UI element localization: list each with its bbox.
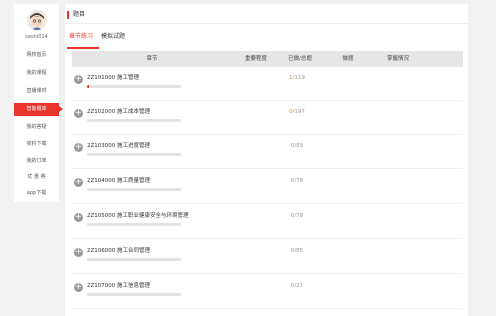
avatar[interactable] [27,10,47,30]
table-row[interactable]: + 2Z107000 施工信息管理 0/21 [72,275,463,309]
expand-icon[interactable]: + [74,178,83,187]
table-row[interactable]: + 2Z101000 施工管理 1/119 [72,67,463,101]
header-accent-bar [67,11,69,19]
expand-icon[interactable]: + [74,143,83,152]
expand-icon[interactable]: + [74,75,83,84]
sidebar-item-coupons[interactable]: 优 惠 券 [14,171,59,184]
tab-chapter-practice[interactable]: 章节练习 [69,33,93,41]
total-count: /85 [294,248,304,254]
sidebar-item-qa[interactable]: 我的答疑 [14,121,59,134]
total-count: /78 [294,178,304,184]
sidebar-item-live[interactable]: 直播课时 [14,85,59,98]
total-count: /78 [294,213,304,219]
chapter-title[interactable]: 2Z102000 施工成本管理 [87,108,150,116]
sidebar-item-downloads[interactable]: 资料下载 [14,138,59,151]
progress-bar [87,258,181,261]
table-row[interactable]: + 2Z106000 施工合同管理 0/85 [72,240,463,274]
sidebar-item-orders[interactable]: 我的订单 [14,155,59,168]
done-total-count: 0/85 [282,247,312,255]
column-header-mastery: 掌握情况 [386,56,409,62]
progress-fill [87,85,89,88]
column-header-chapter: 章节 [146,56,158,62]
tab-mock-exam[interactable]: 模拟试题 [101,33,125,41]
done-total-count: 0/21 [282,282,312,290]
expand-icon[interactable]: + [74,213,83,222]
page-title: 题目 [73,11,86,18]
table-header: 章节 重要程度 已做/总题 做题 掌握情况 [72,51,463,67]
active-tab-indicator [67,47,99,49]
expand-icon[interactable]: + [74,283,83,292]
progress-bar [87,85,181,88]
expand-icon[interactable]: + [74,248,83,257]
chapter-title[interactable]: 2Z107000 施工信息管理 [87,282,150,290]
chapter-title[interactable]: 2Z105000 施工职业健康安全与环境管理 [87,212,189,220]
progress-bar [87,223,181,226]
done-total-count: 1/119 [282,74,312,82]
sidebar-item-question-bank[interactable]: 智能题库 [14,103,63,116]
done-total-count: 0/78 [282,177,312,185]
panel-header: 题目 [65,4,468,24]
table-row[interactable]: + 2Z103000 施工进度管理 0/89 [72,135,463,169]
done-total-count: 0/89 [282,142,312,150]
progress-bar [87,153,181,156]
column-header-done-total: 已做/总题 [288,56,312,62]
expand-icon[interactable]: + [74,109,83,118]
main-panel: 题目 章节练习 模拟试题 章节 重要程度 已做/总题 做题 掌握情况 + 2Z1… [65,4,468,316]
table-row[interactable]: + 2Z104000 施工质量管理 0/78 [72,170,463,204]
column-header-importance: 重要程度 [244,56,267,62]
progress-bar [87,293,181,296]
chapter-title[interactable]: 2Z103000 施工进度管理 [87,142,150,150]
chapter-title[interactable]: 2Z106000 施工合同管理 [87,247,150,255]
progress-bar [87,188,181,191]
total-count: /197 [292,109,305,115]
done-total-count: 0/78 [282,212,312,220]
username: ceshi014 [25,34,48,40]
sidebar-item-app-download[interactable]: app下载 [14,187,59,200]
sidebar-item-courses[interactable]: 我的课程 [14,67,59,80]
progress-bar [87,119,181,122]
total-count: /89 [294,143,304,149]
column-header-practice: 做题 [342,56,354,62]
chapter-title[interactable]: 2Z104000 施工质量管理 [87,177,150,185]
table-row[interactable]: + 2Z105000 施工职业健康安全与环境管理 0/78 [72,205,463,239]
done-total-count: 0/197 [282,108,312,116]
total-count: /119 [292,75,305,81]
chapter-title[interactable]: 2Z101000 施工管理 [87,74,139,82]
total-count: /21 [294,283,304,289]
table-row[interactable]: + 2Z102000 施工成本管理 0/197 [72,101,463,135]
sidebar: ceshi014 网校首页 我的课程 直播课时 智能题库 我的答疑 资料下载 我… [14,4,63,202]
sidebar-item-home[interactable]: 网校首页 [14,49,59,62]
